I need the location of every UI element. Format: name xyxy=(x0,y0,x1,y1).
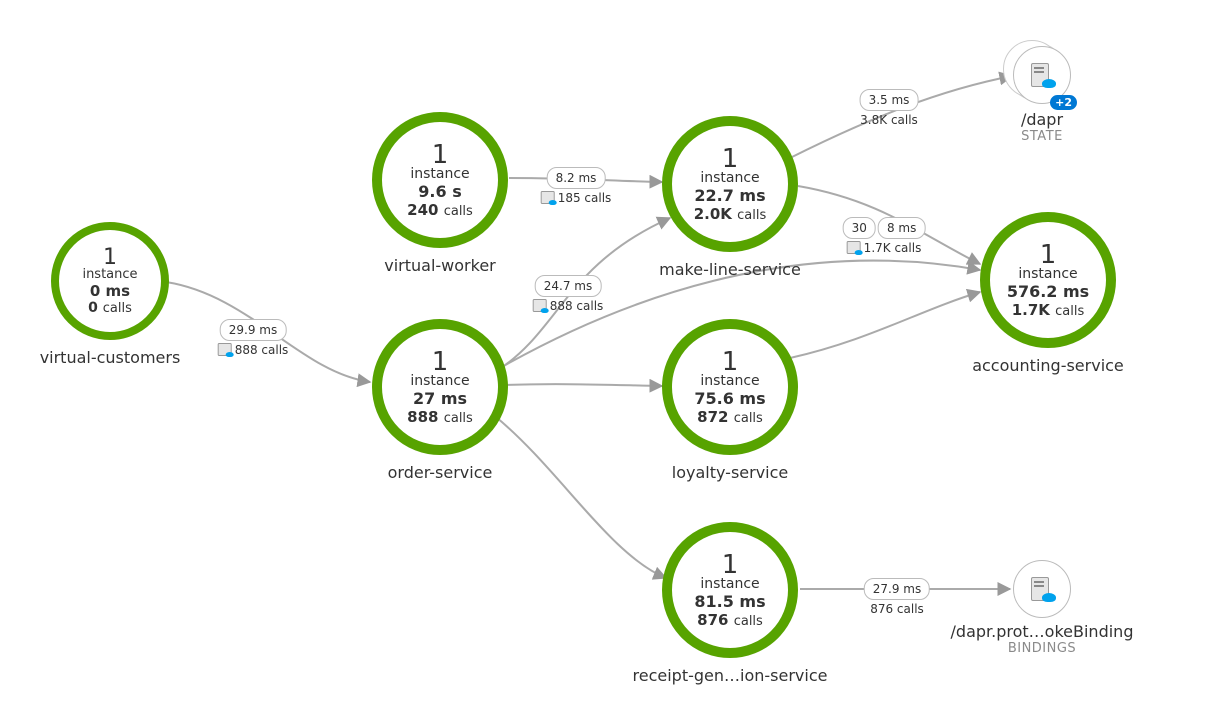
node-instance-label: instance xyxy=(1018,266,1077,282)
node-instance-count: 1 xyxy=(432,349,449,375)
node-calls: 888 calls xyxy=(407,408,473,426)
dependency-label: /dapr xyxy=(992,110,1092,129)
node-loyalty-service[interactable]: 1 instance 75.6 ms 872 calls loyalty-ser… xyxy=(640,319,820,482)
node-accounting-service[interactable]: 1 instance 576.2 ms 1.7K calls accountin… xyxy=(958,212,1138,375)
node-latency: 22.7 ms xyxy=(694,186,765,205)
node-instance-count: 1 xyxy=(722,349,739,375)
node-label: make-line-service xyxy=(640,260,820,279)
node-calls: 876 calls xyxy=(697,611,763,629)
node-instance-label: instance xyxy=(700,576,759,592)
dependency-badge: +2 xyxy=(1050,95,1077,110)
dependency-sublabel: STATE xyxy=(992,129,1092,144)
node-virtual-customers[interactable]: 1 instance 0 ms 0 calls virtual-customer… xyxy=(30,222,190,367)
dependency-label: /dapr.prot…okeBinding xyxy=(942,622,1142,641)
node-virtual-worker[interactable]: 1 instance 9.6 s 240 calls virtual-worke… xyxy=(350,112,530,275)
node-instance-count: 1 xyxy=(1040,242,1057,268)
edge-label-vc-to-order[interactable]: 29.9 ms 888 calls xyxy=(218,319,289,359)
node-order-service[interactable]: 1 instance 27 ms 888 calls order-service xyxy=(350,319,530,482)
node-calls: 872 calls xyxy=(697,408,763,426)
node-instance-count: 1 xyxy=(103,247,117,269)
node-latency: 75.6 ms xyxy=(694,389,765,408)
node-calls: 1.7K calls xyxy=(1012,301,1085,319)
server-cloud-icon xyxy=(1031,63,1053,87)
dependency-sublabel: BINDINGS xyxy=(942,641,1142,656)
node-label: loyalty-service xyxy=(640,463,820,482)
node-calls: 0 calls xyxy=(88,300,132,316)
node-latency: 27 ms xyxy=(413,389,467,408)
edge-label-vw-to-makeline[interactable]: 8.2 ms 185 calls xyxy=(541,167,612,207)
node-label: virtual-customers xyxy=(30,348,190,367)
edge-label-makeline-to-state[interactable]: 3.5 ms 3.8K calls xyxy=(860,89,919,129)
node-receipt-service[interactable]: 1 instance 81.5 ms 876 calls receipt-gen… xyxy=(630,522,830,685)
node-instance-label: instance xyxy=(410,373,469,389)
node-latency: 9.6 s xyxy=(418,182,461,201)
node-label: accounting-service xyxy=(958,356,1138,375)
node-label: order-service xyxy=(350,463,530,482)
node-instance-label: instance xyxy=(82,267,137,282)
dependency-dapr-state[interactable]: +2 /dapr STATE xyxy=(992,46,1092,144)
node-instance-label: instance xyxy=(410,166,469,182)
edge-label-order-to-makeline[interactable]: 24.7 ms 888 calls xyxy=(533,275,604,315)
edge-label-receipt-to-binding[interactable]: 27.9 ms 876 calls xyxy=(864,578,930,618)
node-instance-label: instance xyxy=(700,170,759,186)
node-latency: 0 ms xyxy=(90,282,130,300)
node-calls: 240 calls xyxy=(407,201,473,219)
node-instance-label: instance xyxy=(700,373,759,389)
node-calls: 2.0K calls xyxy=(694,205,767,223)
node-latency: 576.2 ms xyxy=(1007,282,1089,301)
node-instance-count: 1 xyxy=(722,552,739,578)
node-make-line-service[interactable]: 1 instance 22.7 ms 2.0K calls make-line-… xyxy=(640,116,820,279)
node-instance-count: 1 xyxy=(722,146,739,172)
edge-label-makeline-to-accounting[interactable]: 308 ms 1.7K calls xyxy=(843,217,926,257)
dependency-icon xyxy=(1013,560,1071,618)
application-map-canvas[interactable]: 29.9 ms 888 calls 8.2 ms 185 calls 24.7 … xyxy=(0,0,1205,713)
node-label: receipt-gen…ion-service xyxy=(630,666,830,685)
server-cloud-icon xyxy=(1031,577,1053,601)
node-label: virtual-worker xyxy=(350,256,530,275)
node-instance-count: 1 xyxy=(432,142,449,168)
node-latency: 81.5 ms xyxy=(694,592,765,611)
dependency-dapr-binding[interactable]: /dapr.prot…okeBinding BINDINGS xyxy=(942,560,1142,656)
